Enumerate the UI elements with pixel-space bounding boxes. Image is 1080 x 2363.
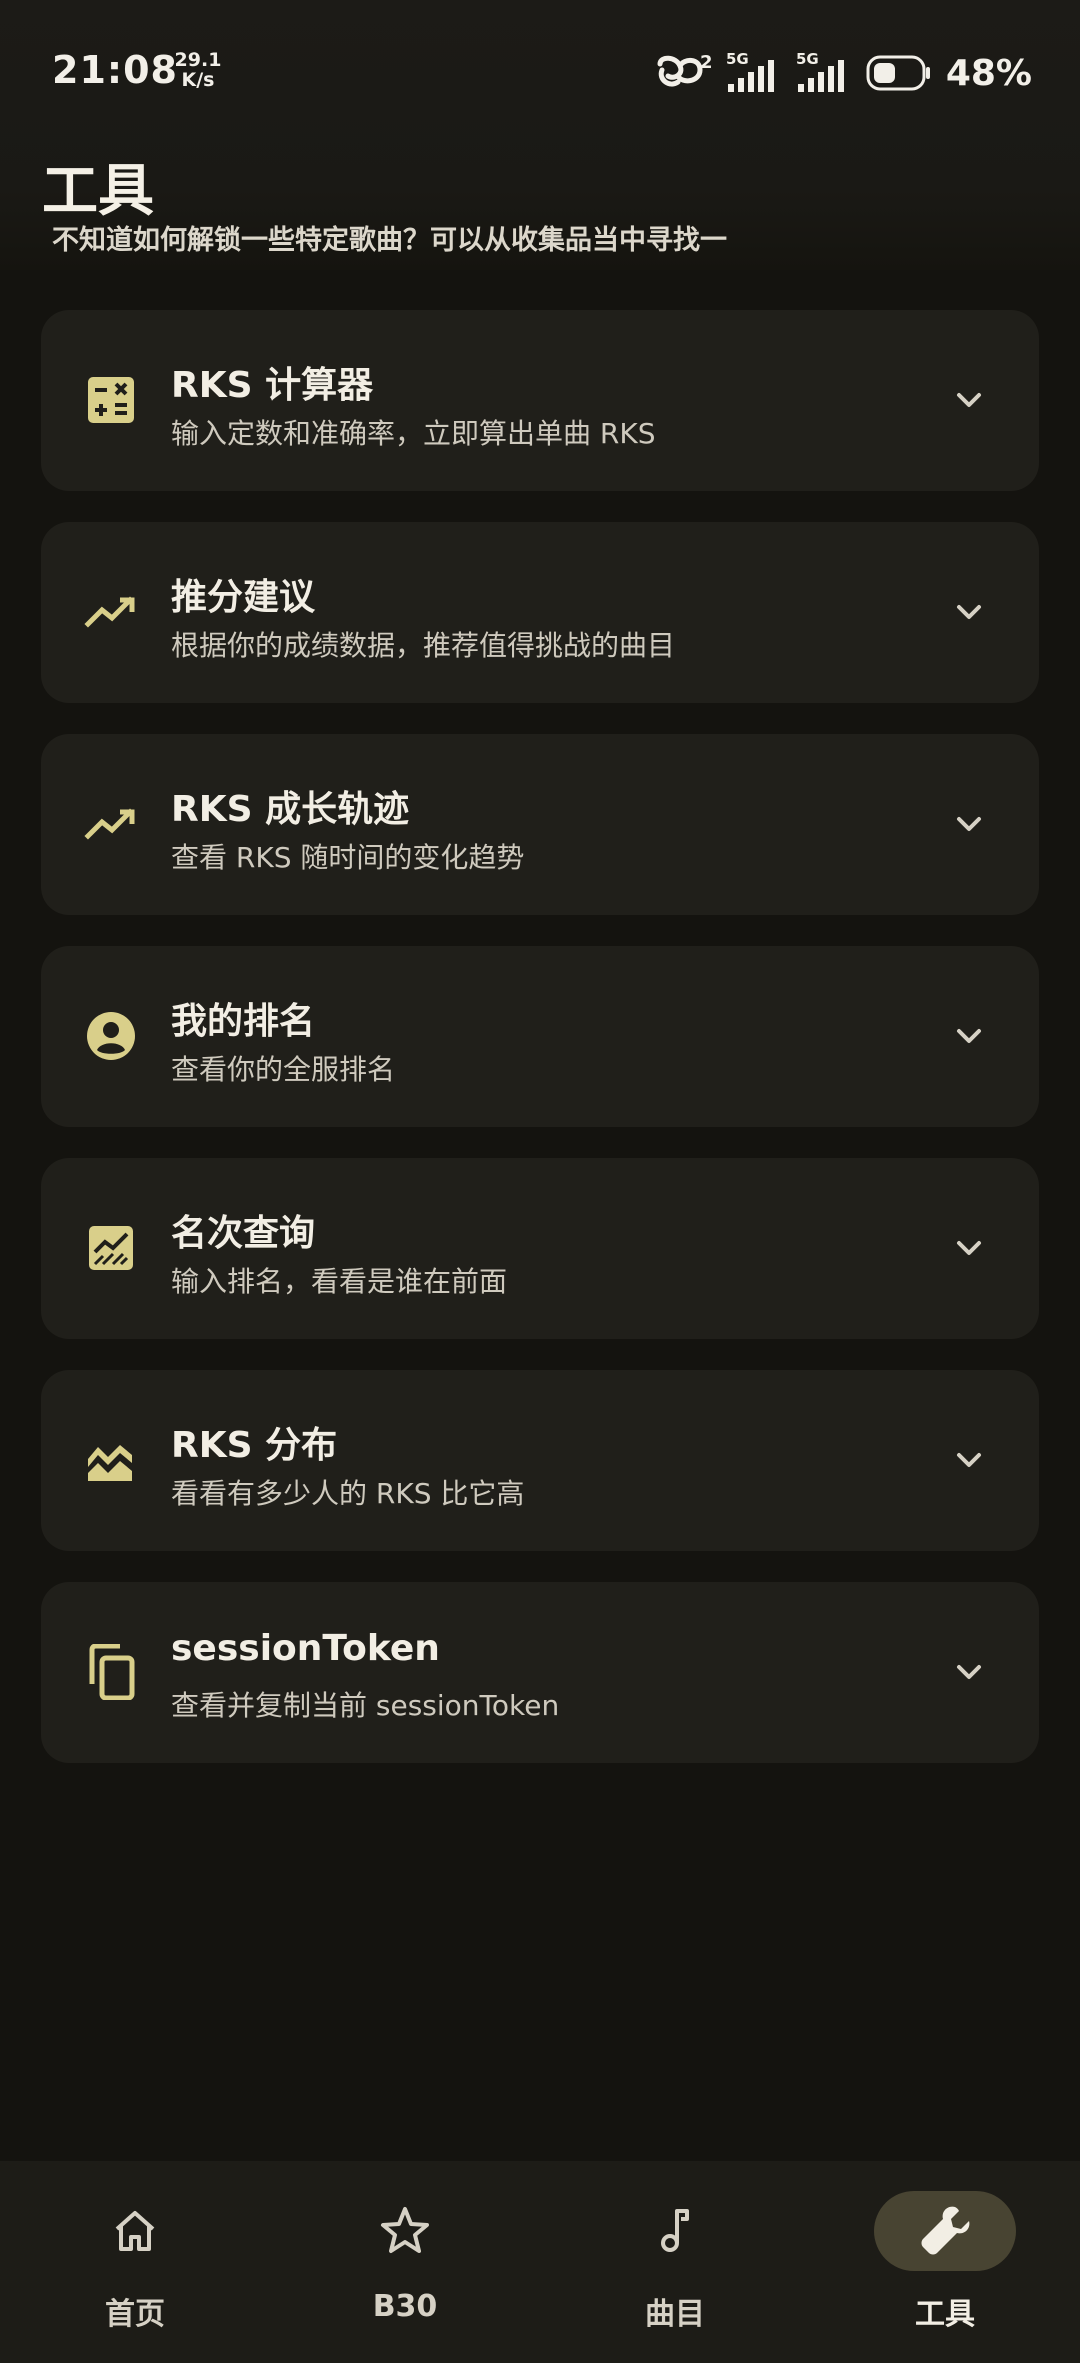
tool-title: RKS 分布 xyxy=(171,1425,338,1466)
chevron-down-icon[interactable] xyxy=(951,1230,987,1266)
tool-description: 查看你的全服排名 xyxy=(171,1053,396,1086)
hd-voice-icon: 2 xyxy=(657,52,712,87)
page-subtitle: 不知道如何解锁一些特定歌曲？可以从收集品当中寻找一 xyxy=(52,225,727,256)
status-bar: 21:08 29.1 K/s 2 5G 5G 48% xyxy=(0,0,1080,140)
area-chart-icon xyxy=(81,1430,141,1490)
network-1-label: 5G xyxy=(726,50,749,68)
chevron-down-icon[interactable] xyxy=(951,1018,987,1054)
network-2-label: 5G xyxy=(796,50,819,68)
nav-item-home[interactable]: 首页 xyxy=(0,2161,270,2363)
nav-label: 曲目 xyxy=(645,2297,705,2332)
chart-box-icon xyxy=(81,1218,141,1278)
chevron-down-icon[interactable] xyxy=(951,1442,987,1478)
trending-up-icon xyxy=(81,794,141,854)
tool-description: 输入排名，看看是谁在前面 xyxy=(171,1265,508,1298)
chevron-down-icon[interactable] xyxy=(951,1654,987,1690)
net-speed-unit: K/s xyxy=(181,69,215,91)
status-time: 21:08 xyxy=(52,48,178,92)
tool-description: 根据你的成绩数据，推荐值得挑战的曲目 xyxy=(171,629,676,662)
tool-description: 查看 RKS 随时间的变化趋势 xyxy=(171,841,525,874)
tool-card-session-token[interactable]: sessionToken 查看并复制当前 sessionToken xyxy=(41,1582,1039,1763)
copy-icon xyxy=(81,1642,141,1702)
tool-list: RKS 计算器 输入定数和准确率，立即算出单曲 RKS 推分建议 根据你的成绩数… xyxy=(41,310,1039,1794)
tool-card-rks-distribution[interactable]: RKS 分布 看看有多少人的 RKS 比它高 xyxy=(41,1370,1039,1551)
signal-icon: 5G xyxy=(726,50,774,92)
page-title: 工具 xyxy=(42,159,154,224)
chevron-down-icon[interactable] xyxy=(951,382,987,418)
chevron-down-icon[interactable] xyxy=(951,594,987,630)
wrench-icon xyxy=(921,2206,970,2255)
tool-description: 查看并复制当前 sessionToken xyxy=(171,1689,560,1722)
nav-item-b30[interactable]: B30 xyxy=(270,2161,540,2363)
tool-description: 看看有多少人的 RKS 比它高 xyxy=(171,1477,525,1510)
status-icons: 2 5G 5G 48% xyxy=(648,50,1032,96)
tool-description: 输入定数和准确率，立即算出单曲 RKS xyxy=(171,417,656,450)
tool-card-rank-lookup[interactable]: 名次查询 输入排名，看看是谁在前面 xyxy=(41,1158,1039,1339)
nav-label: 首页 xyxy=(105,2297,165,2332)
tool-title: RKS 成长轨迹 xyxy=(171,789,410,830)
calculator-icon xyxy=(81,370,141,430)
account-circle-icon xyxy=(81,1006,141,1066)
tool-card-score-suggestions[interactable]: 推分建议 根据你的成绩数据，推荐值得挑战的曲目 xyxy=(41,522,1039,703)
signal-icon: 5G xyxy=(796,50,844,92)
tool-title: 名次查询 xyxy=(171,1213,316,1254)
tool-card-rks-calculator[interactable]: RKS 计算器 输入定数和准确率，立即算出单曲 RKS xyxy=(41,310,1039,491)
tool-title: 我的排名 xyxy=(171,1001,316,1042)
music-note-icon xyxy=(661,2209,689,2252)
tool-card-my-rank[interactable]: 我的排名 查看你的全服排名 xyxy=(41,946,1039,1127)
nav-label: B30 xyxy=(372,2289,438,2324)
battery-percent: 48% xyxy=(945,52,1032,94)
tool-card-rks-growth[interactable]: RKS 成长轨迹 查看 RKS 随时间的变化趋势 xyxy=(41,734,1039,915)
chevron-down-icon[interactable] xyxy=(951,806,987,842)
nav-item-tools[interactable]: 工具 xyxy=(810,2161,1080,2363)
home-icon xyxy=(115,2211,155,2251)
star-icon xyxy=(381,2207,429,2253)
nav-label: 工具 xyxy=(915,2297,975,2332)
bottom-navigation: 首页 B30 曲目 工具 xyxy=(0,2161,1080,2363)
tool-title: RKS 计算器 xyxy=(171,365,374,406)
net-speed: 29.1 K/s xyxy=(168,50,228,90)
nav-item-songs[interactable]: 曲目 xyxy=(540,2161,810,2363)
trending-up-icon xyxy=(81,582,141,642)
battery-icon xyxy=(866,55,930,91)
tool-title: 推分建议 xyxy=(171,577,316,618)
tool-title: sessionToken xyxy=(171,1628,440,1669)
hd-suffix: 2 xyxy=(700,52,712,73)
net-speed-value: 29.1 xyxy=(174,49,222,71)
screen: 21:08 29.1 K/s 2 5G 5G 48% 工具 不知道如何解锁一些特… xyxy=(0,0,1080,2363)
